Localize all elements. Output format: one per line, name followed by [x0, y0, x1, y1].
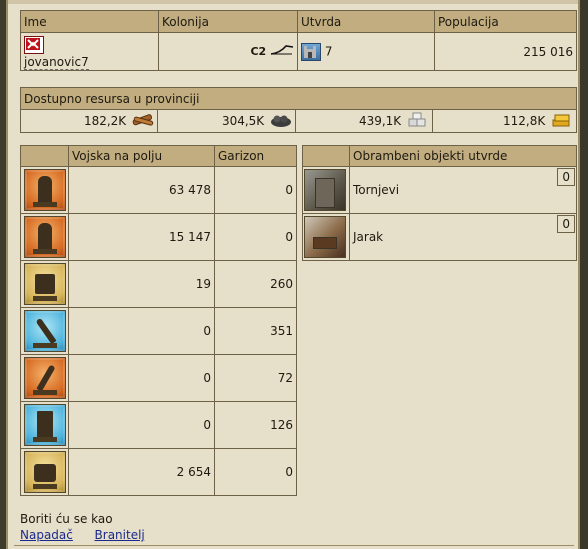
- troop-garrison-value: 260: [214, 260, 297, 308]
- defense-level-badge: 0: [557, 215, 575, 233]
- troop-row: 0 72: [20, 354, 297, 402]
- troop-field-value: 0: [68, 401, 215, 449]
- defense-label-cell: Tornjevi 0: [349, 166, 577, 214]
- fortress-cell: 7: [297, 32, 435, 71]
- province-panel: Ime Kolonija Utvrda Populacija jovanovic…: [6, 0, 580, 549]
- defense-label: Jarak: [353, 230, 384, 244]
- gold-value: 112,8K: [502, 113, 546, 128]
- defenses-header-title: Obrambeni objekti utvrde: [349, 145, 577, 167]
- resources-title: Dostupno resursa u provinciji: [19, 87, 578, 110]
- defense-icon-cell: [302, 166, 350, 214]
- troop-icon-cell: [20, 401, 69, 449]
- ore-icon: [270, 113, 292, 130]
- troop-field-value: 63 478: [68, 166, 215, 214]
- player-cell: jovanovic7: [20, 32, 159, 71]
- troop-icon-cell: [20, 213, 69, 261]
- resources-table: Dostupno resursa u provinciji 182,2K 304…: [19, 87, 578, 133]
- troop-field-value: 0: [68, 354, 215, 402]
- troop-row: 0 351: [20, 307, 297, 355]
- troop-garrison-value: 72: [214, 354, 297, 402]
- troop-garrison-value: 0: [214, 448, 297, 496]
- troops-table: Vojska na polju Garizon 63 478 0 15 147 …: [20, 145, 297, 496]
- header-colony: Kolonija: [158, 10, 298, 33]
- header-fortress: Utvrda: [297, 10, 435, 33]
- colony-arrow-icon: [270, 44, 294, 59]
- defender-link[interactable]: Branitelj: [95, 528, 145, 542]
- ore-value: 304,5K: [221, 113, 265, 128]
- troop-icon-cell: [20, 307, 69, 355]
- troop-icon-cell: [20, 166, 69, 214]
- population-value: 215 016: [434, 32, 577, 71]
- troop-field-value: 2 654: [68, 448, 215, 496]
- defense-label: Tornjevi: [353, 183, 400, 197]
- clan-emblem-icon[interactable]: [24, 36, 44, 54]
- troop-garrison-value: 0: [214, 213, 297, 261]
- stone-icon: [407, 112, 429, 131]
- tower-icon[interactable]: [304, 169, 346, 211]
- resource-stone: 439,1K: [295, 109, 433, 133]
- defense-row: Jarak 0: [302, 213, 577, 261]
- panel-top-edge: [8, 0, 578, 4]
- player-name[interactable]: jovanovic7: [24, 55, 89, 70]
- player-table: Ime Kolonija Utvrda Populacija jovanovic…: [20, 10, 577, 71]
- ram-icon[interactable]: [23, 451, 66, 493]
- swordsman-icon[interactable]: [23, 216, 66, 258]
- siege-tower-icon[interactable]: [23, 404, 66, 446]
- catapult-icon[interactable]: [23, 310, 66, 352]
- colony-cell: C2: [158, 32, 298, 71]
- troop-garrison-value: 126: [214, 401, 297, 449]
- fortress-icon: [301, 42, 321, 61]
- trebuchet-icon[interactable]: [23, 357, 66, 399]
- troop-icon-cell: [20, 260, 69, 308]
- fight-as-options: Napadač Branitelj: [20, 528, 145, 542]
- moat-icon[interactable]: [304, 216, 346, 258]
- gold-icon: [551, 112, 573, 131]
- attacker-link[interactable]: Napadač: [20, 528, 73, 542]
- header-population: Populacija: [434, 10, 577, 33]
- spearman-icon[interactable]: [23, 169, 66, 211]
- troop-row: 63 478 0: [20, 166, 297, 214]
- defense-icon-cell: [302, 213, 350, 261]
- defense-row: Tornjevi 0: [302, 166, 577, 214]
- defense-level-badge: 0: [557, 168, 575, 186]
- defense-label-cell: Jarak 0: [349, 213, 577, 261]
- colony-value: C2: [250, 45, 267, 58]
- resource-gold: 112,8K: [431, 109, 578, 133]
- troops-header-field: Vojska na polju: [68, 145, 215, 167]
- fight-as-label: Boriti ću se kao: [20, 512, 113, 526]
- defenses-header-icon: [302, 145, 350, 167]
- troop-garrison-value: 351: [214, 307, 297, 355]
- right-background-strip: [580, 0, 588, 549]
- troops-header-icon: [20, 145, 69, 167]
- wood-icon: [132, 113, 154, 130]
- ballista-icon[interactable]: [23, 263, 66, 305]
- troop-row: 15 147 0: [20, 213, 297, 261]
- stone-value: 439,1K: [358, 113, 402, 128]
- troop-field-value: 15 147: [68, 213, 215, 261]
- resource-wood: 182,2K: [20, 109, 158, 133]
- resource-ore: 304,5K: [157, 109, 296, 133]
- troop-field-value: 0: [68, 307, 215, 355]
- header-name: Ime: [20, 10, 159, 33]
- troop-row: 19 260: [20, 260, 297, 308]
- troop-row: 2 654 0: [20, 448, 297, 496]
- troop-garrison-value: 0: [214, 166, 297, 214]
- bottom-divider: [14, 545, 574, 546]
- troops-header-garrison: Garizon: [214, 145, 297, 167]
- troop-icon-cell: [20, 354, 69, 402]
- fortress-level: 7: [324, 44, 333, 58]
- troop-field-value: 19: [68, 260, 215, 308]
- troop-row: 0 126: [20, 401, 297, 449]
- troop-icon-cell: [20, 448, 69, 496]
- defenses-table: Obrambeni objekti utvrde Tornjevi 0 Jara…: [302, 145, 577, 261]
- wood-value: 182,2K: [83, 113, 127, 128]
